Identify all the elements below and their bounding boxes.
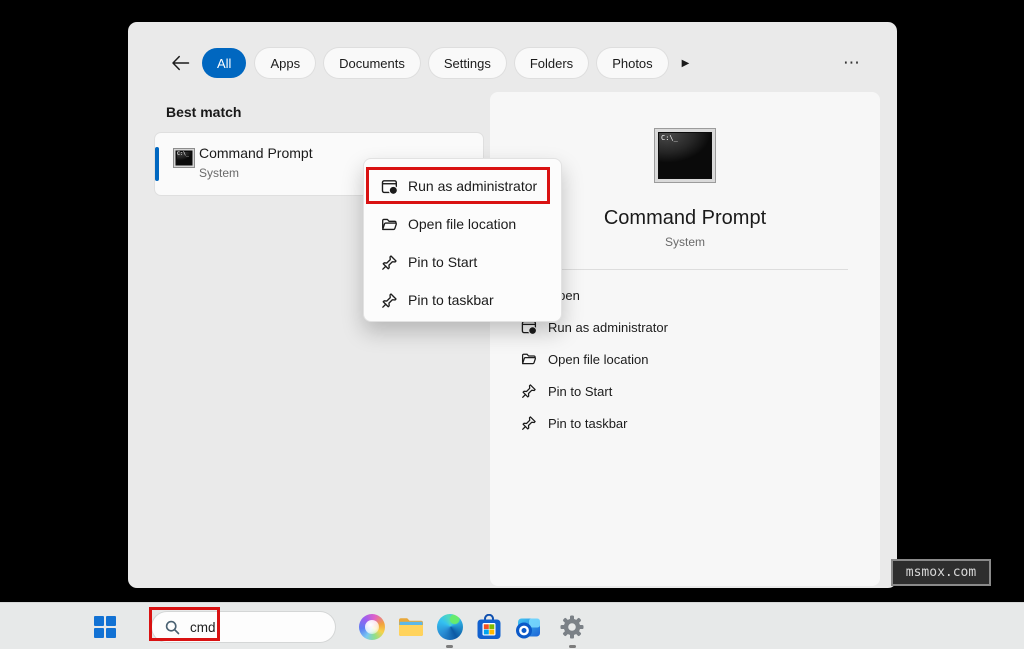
edge-running-indicator <box>446 645 453 648</box>
filter-tab-apps[interactable]: Apps <box>255 48 315 78</box>
filter-tab-all[interactable]: All <box>202 48 246 78</box>
start-button[interactable] <box>92 614 118 640</box>
taskbar-settings-icon[interactable] <box>559 614 585 640</box>
pin-icon <box>381 292 398 309</box>
action-pin-to-start[interactable]: Pin to Start <box>490 375 880 407</box>
menu-item-open-file-location[interactable]: Open file location <box>364 205 561 243</box>
filter-pills: All Apps Documents Settings Folders Phot… <box>202 48 668 78</box>
watermark: msmox.com <box>891 559 991 586</box>
menu-item-pin-to-start[interactable]: Pin to Start <box>364 243 561 281</box>
selection-accent-bar <box>155 147 159 181</box>
taskbar-copilot-icon[interactable] <box>359 614 385 640</box>
more-filters-icon[interactable]: ▶ <box>682 58 690 69</box>
search-icon <box>165 620 180 635</box>
back-arrow-icon <box>171 55 190 71</box>
best-match-subtitle: System <box>199 166 239 180</box>
pin-icon <box>521 415 537 431</box>
taskbar-search-box[interactable] <box>152 612 335 642</box>
pin-icon <box>521 383 537 399</box>
search-filter-toolbar: All Apps Documents Settings Folders Phot… <box>168 48 861 78</box>
search-input[interactable] <box>190 620 320 635</box>
command-prompt-icon-small: C:\_ <box>173 148 195 168</box>
options-ellipsis-icon[interactable]: ⋯ <box>843 48 861 78</box>
filter-tab-folders[interactable]: Folders <box>515 48 588 78</box>
desktop: { "colors": { "accent_blue": "#0067c0", … <box>0 0 1024 649</box>
divider <box>522 269 848 270</box>
settings-running-indicator <box>569 645 576 648</box>
context-menu: Run as administrator Open file location … <box>363 158 562 322</box>
best-match-heading: Best match <box>166 104 241 120</box>
filter-tab-documents[interactable]: Documents <box>324 48 420 78</box>
best-match-title: Command Prompt <box>199 145 313 161</box>
action-open-file-location[interactable]: Open file location <box>490 343 880 375</box>
taskbar-outlook-icon[interactable] <box>515 614 541 640</box>
menu-item-pin-to-taskbar[interactable]: Pin to taskbar <box>364 281 561 319</box>
menu-item-run-as-administrator[interactable]: Run as administrator <box>364 167 561 205</box>
back-button[interactable] <box>168 51 192 75</box>
pin-icon <box>381 254 398 271</box>
filter-tab-settings[interactable]: Settings <box>429 48 506 78</box>
taskbar-edge-icon[interactable] <box>437 614 463 640</box>
taskbar-file-explorer-icon[interactable] <box>398 614 424 640</box>
taskbar-microsoft-store-icon[interactable] <box>476 614 502 640</box>
folder-icon <box>521 351 537 367</box>
filter-tab-photos[interactable]: Photos <box>597 48 667 78</box>
run-as-administrator-icon <box>381 178 398 195</box>
windows-logo-icon <box>94 616 116 638</box>
action-pin-to-taskbar[interactable]: Pin to taskbar <box>490 407 880 439</box>
folder-icon <box>381 216 398 233</box>
command-prompt-icon-large: C:\_ <box>654 128 716 183</box>
taskbar <box>0 602 1024 649</box>
